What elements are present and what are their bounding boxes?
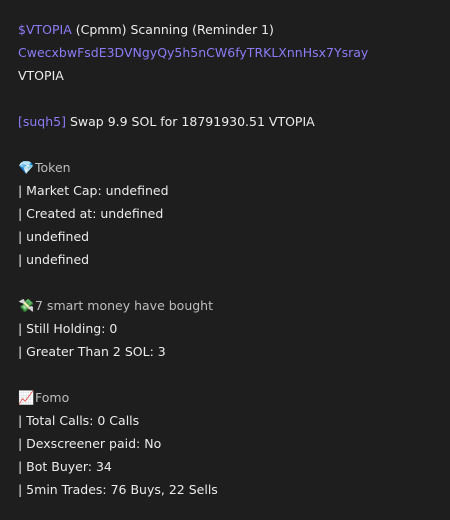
smart-money-title-text: 7 smart money have bought <box>35 298 214 313</box>
token-section-title: 💎Token <box>18 156 450 179</box>
fomo-title-text: Fomo <box>35 390 70 405</box>
market-cap-line: | Market Cap: undefined <box>18 183 169 198</box>
scanner-message: $VTOPIA (Cpmm) Scanning (Reminder 1) Cwe… <box>0 0 450 520</box>
dexscreener-paid-line: | Dexscreener paid: No <box>18 436 162 451</box>
fomo-section-title: 📈Fomo <box>18 386 450 409</box>
token-name: VTOPIA <box>18 68 64 83</box>
total-calls-line: | Total Calls: 0 Calls <box>18 413 140 428</box>
contract-address-line: CwecxbwFsdE3DVNgyQy5h5nCW6fyTRKLXnnHsx7Y… <box>18 41 450 64</box>
swap-text: Swap 9.9 SOL for 18791930.51 VTOPIA <box>66 114 315 129</box>
chart-increasing-icon: 📈 <box>18 391 35 406</box>
token-detail-line: | undefined <box>18 252 90 267</box>
token-detail-line: | undefined <box>18 229 90 244</box>
user-link[interactable]: [suqh5] <box>18 114 66 129</box>
smart-money-section-title: 💸7 smart money have bought <box>18 294 450 317</box>
bot-buyer-line: | Bot Buyer: 34 <box>18 459 112 474</box>
swap-line: [suqh5] Swap 9.9 SOL for 18791930.51 VTO… <box>18 110 450 133</box>
gem-icon: 💎 <box>18 161 35 176</box>
greater-than-2-sol-line: | Greater Than 2 SOL: 3 <box>18 344 166 359</box>
message-header-line: $VTOPIA (Cpmm) Scanning (Reminder 1) <box>18 18 450 41</box>
scan-status-text: (Cpmm) Scanning (Reminder 1) <box>71 22 274 37</box>
contract-address-link[interactable]: CwecxbwFsdE3DVNgyQy5h5nCW6fyTRKLXnnHsx7Y… <box>18 45 368 60</box>
token-title-text: Token <box>35 160 71 175</box>
five-min-trades-line: | 5min Trades: 76 Buys, 22 Sells <box>18 482 218 497</box>
money-with-wings-icon: 💸 <box>18 299 35 314</box>
ticker-link[interactable]: $VTOPIA <box>18 22 72 37</box>
created-at-line: | Created at: undefined <box>18 206 164 221</box>
still-holding-line: | Still Holding: 0 <box>18 321 118 336</box>
